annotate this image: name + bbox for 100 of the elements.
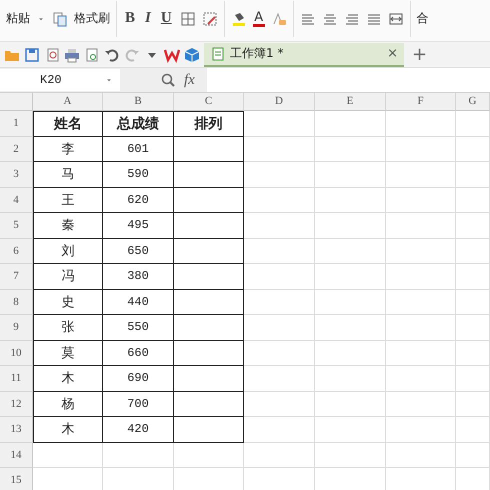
- row-header[interactable]: 6: [0, 238, 33, 264]
- row-header[interactable]: 1: [0, 111, 33, 136]
- table-cell: 495: [103, 213, 174, 238]
- undo-icon[interactable]: [104, 46, 120, 62]
- italic-button[interactable]: I: [143, 10, 153, 27]
- empty-cell: [244, 315, 315, 340]
- spreadsheet-icon[interactable]: [210, 46, 226, 62]
- row-header[interactable]: 2: [0, 136, 33, 162]
- table-cell: 王: [33, 188, 103, 213]
- zoom-icon[interactable]: [160, 72, 176, 88]
- empty-cell: [315, 162, 386, 188]
- print-icon[interactable]: [64, 46, 80, 62]
- bold-button[interactable]: B: [123, 10, 138, 27]
- document-tab[interactable]: 工作簿1 * ×: [204, 42, 404, 66]
- row-header[interactable]: 4: [0, 188, 33, 213]
- empty-cell: [386, 392, 456, 417]
- column-header[interactable]: B: [103, 93, 174, 111]
- row-header[interactable]: 3: [0, 162, 33, 188]
- cube-icon[interactable]: [184, 46, 200, 62]
- new-tab-button[interactable]: +: [408, 44, 432, 65]
- table-cell: 刘: [33, 238, 103, 264]
- column-header[interactable]: G: [456, 93, 490, 111]
- clear-format-icon[interactable]: [270, 10, 287, 26]
- merge-button[interactable]: 合: [416, 10, 429, 27]
- table-cell: 冯: [33, 264, 103, 290]
- row-header[interactable]: 12: [0, 392, 33, 417]
- empty-cell: [315, 366, 386, 392]
- column-header[interactable]: C: [174, 93, 244, 111]
- row-header[interactable]: 5: [0, 213, 33, 238]
- empty-cell: [315, 290, 386, 315]
- row-header[interactable]: 11: [0, 366, 33, 392]
- empty-cell: [174, 136, 244, 162]
- save-icon[interactable]: [24, 46, 40, 62]
- empty-cell: [244, 188, 315, 213]
- empty-cell: [244, 264, 315, 290]
- empty-cell: [244, 366, 315, 392]
- empty-cell: [174, 442, 244, 468]
- column-header[interactable]: E: [315, 93, 386, 111]
- cell-style-icon[interactable]: [202, 10, 218, 26]
- formula-input[interactable]: [206, 68, 490, 92]
- empty-cell: [174, 417, 244, 442]
- table-cell: 690: [103, 366, 174, 392]
- empty-cell: [244, 340, 315, 366]
- empty-cell: [244, 417, 315, 442]
- table-cell: 史: [33, 290, 103, 315]
- row-header[interactable]: 9: [0, 315, 33, 340]
- empty-cell: [174, 213, 244, 238]
- empty-cell: [456, 340, 490, 366]
- table-cell: 姓名: [33, 111, 103, 136]
- row-header[interactable]: 14: [0, 442, 33, 468]
- distribute-icon[interactable]: [388, 10, 404, 26]
- copy-icon[interactable]: [52, 10, 68, 26]
- empty-cell: [103, 442, 174, 468]
- row-header[interactable]: 10: [0, 340, 33, 366]
- empty-cell: [456, 188, 490, 213]
- borders-icon[interactable]: [180, 10, 196, 26]
- table-cell: 550: [103, 315, 174, 340]
- empty-cell: [244, 111, 315, 136]
- empty-cell: [244, 162, 315, 188]
- row-header[interactable]: 13: [0, 417, 33, 442]
- table-cell: 380: [103, 264, 174, 290]
- table-cell: 木: [33, 417, 103, 442]
- empty-cell: [386, 213, 456, 238]
- empty-cell: [386, 238, 456, 264]
- empty-cell: [244, 136, 315, 162]
- empty-cell: [386, 162, 456, 188]
- column-header[interactable]: D: [244, 93, 315, 111]
- fill-color-icon[interactable]: [230, 10, 247, 26]
- close-tab-button[interactable]: ×: [387, 46, 398, 61]
- empty-cell: [174, 392, 244, 417]
- empty-cell: [174, 238, 244, 264]
- empty-cell: [456, 315, 490, 340]
- table-cell: 马: [33, 162, 103, 188]
- font-color-button[interactable]: A: [252, 10, 265, 26]
- empty-cell: [386, 442, 456, 468]
- empty-cell: [315, 264, 386, 290]
- column-header[interactable]: F: [386, 93, 456, 111]
- column-header[interactable]: A: [33, 93, 103, 111]
- paste-button[interactable]: 粘贴: [6, 10, 30, 27]
- function-button[interactable]: fx: [184, 72, 195, 88]
- empty-cell: [244, 290, 315, 315]
- row-header[interactable]: 7: [0, 264, 33, 290]
- empty-cell: [244, 442, 315, 468]
- empty-cell: [456, 366, 490, 392]
- row-header[interactable]: 15: [0, 468, 33, 490]
- table-cell: 莫: [33, 340, 103, 366]
- empty-cell: [244, 238, 315, 264]
- print-preview-icon[interactable]: [84, 46, 100, 62]
- empty-cell: [386, 188, 456, 213]
- table-cell: 排列: [174, 111, 244, 136]
- empty-cell: [386, 417, 456, 442]
- name-box[interactable]: K20: [0, 69, 120, 91]
- table-cell: 李: [33, 136, 103, 162]
- empty-cell: [386, 290, 456, 315]
- format-painter-button[interactable]: 格式刷: [74, 10, 110, 27]
- empty-cell: [174, 162, 244, 188]
- empty-cell: [315, 238, 386, 264]
- row-header[interactable]: 8: [0, 290, 33, 315]
- underline-button[interactable]: U: [158, 10, 174, 27]
- table-cell: 650: [103, 238, 174, 264]
